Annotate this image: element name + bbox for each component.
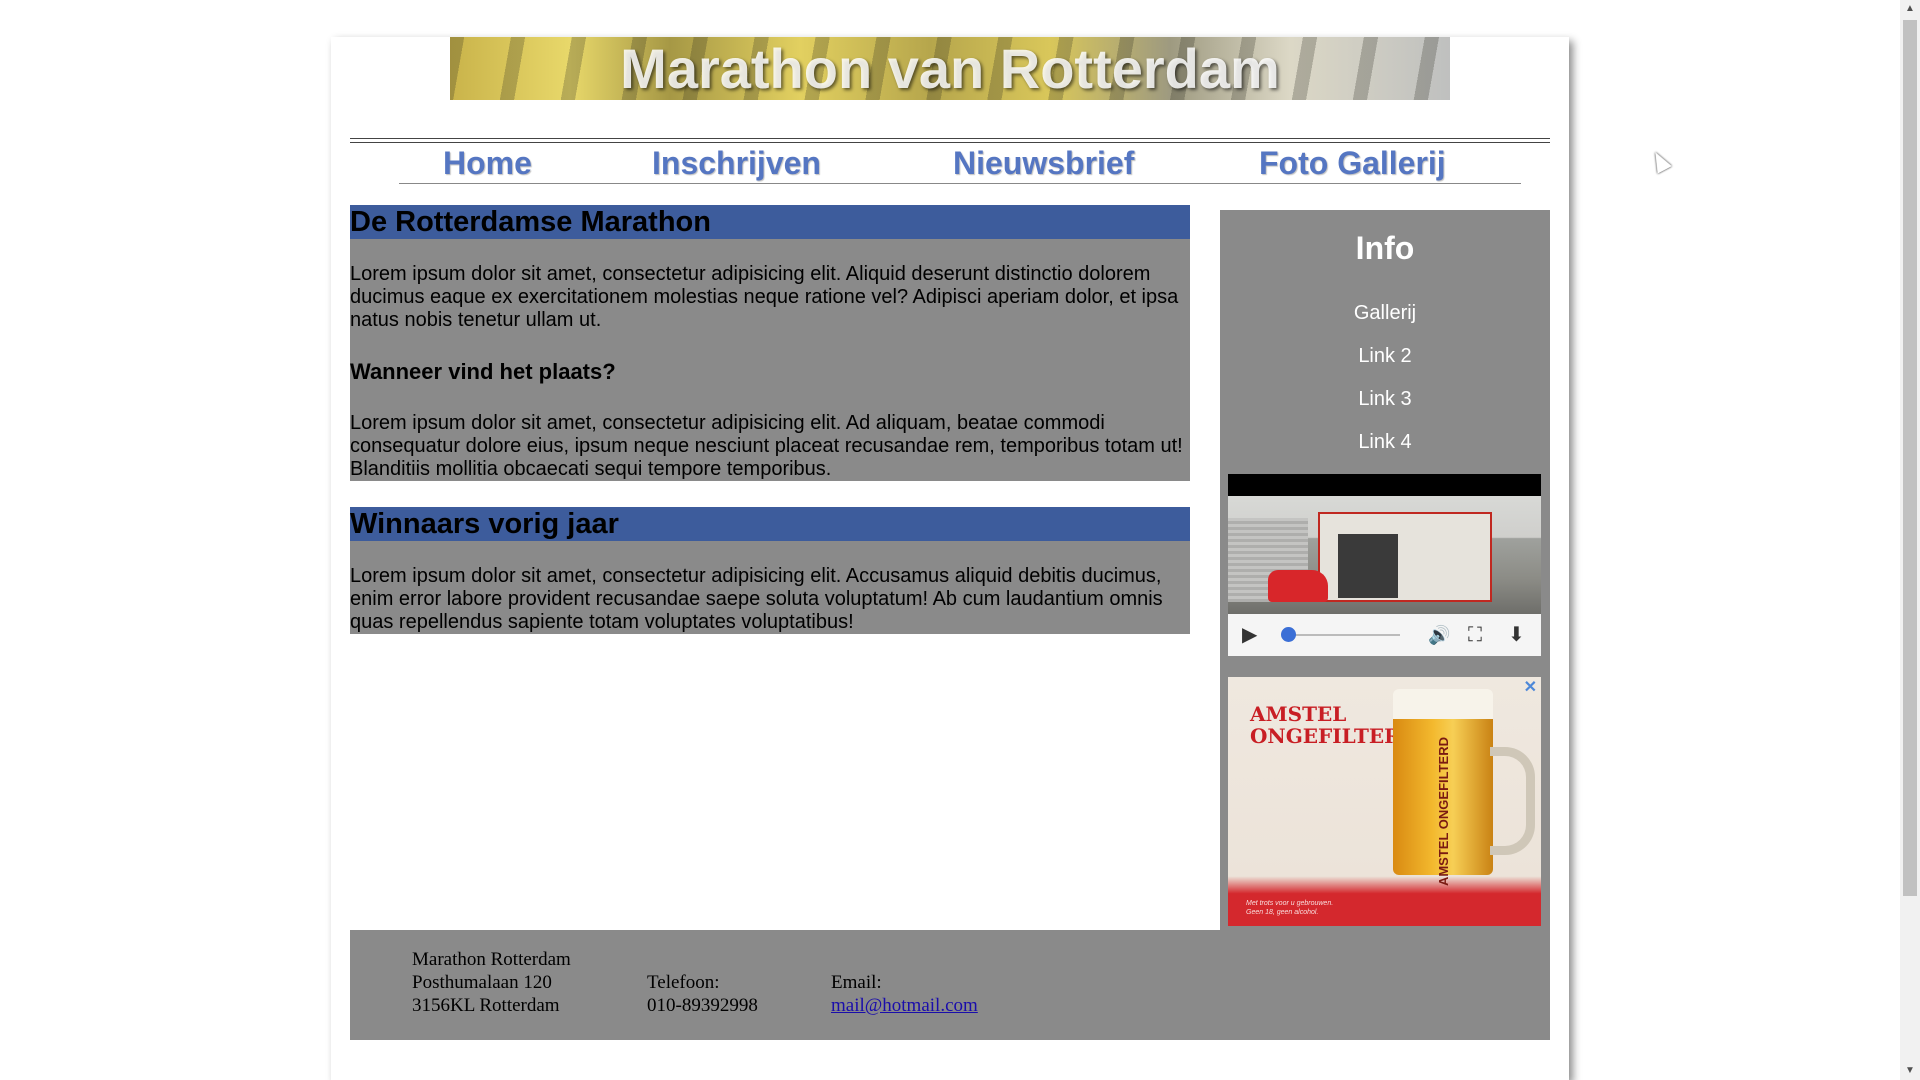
- section-paragraph: Lorem ipsum dolor sit amet, consectetur …: [350, 565, 1163, 633]
- footer-address-line2: 3156KL Rotterdam: [412, 995, 560, 1016]
- banner-title: Marathon van Rotterdam: [620, 37, 1280, 100]
- ad-small-print-line2: Geen 18, geen alcohol.: [1246, 909, 1319, 916]
- mouse-cursor-icon: [1648, 148, 1672, 174]
- nav-foto-gallerij[interactable]: Foto Gallerij: [1259, 145, 1446, 182]
- beer-foam: [1393, 689, 1493, 719]
- footer-org-name: Marathon Rotterdam: [412, 949, 571, 970]
- close-icon[interactable]: ✕: [1524, 677, 1537, 697]
- ad-small-print: Met trots voor u gebrouwen. Geen 18, gee…: [1246, 899, 1333, 917]
- beer-mug-handle: [1490, 747, 1535, 855]
- video-player[interactable]: ▶ 🔊 ⛶ ⬇: [1228, 474, 1541, 656]
- footer-phone-value: 010-89392998: [647, 995, 758, 1016]
- page-footer: Marathon Rotterdam Posthumalaan 120 3156…: [350, 930, 1550, 1040]
- header-banner: Marathon van Rotterdam: [450, 37, 1450, 100]
- fullscreen-icon[interactable]: ⛶: [1468, 614, 1482, 656]
- sidebar-link-2[interactable]: Link 2: [1220, 345, 1550, 368]
- section-paragraph: Lorem ipsum dolor sit amet, consectetur …: [350, 263, 1179, 331]
- vertical-scrollbar[interactable]: ▲ ▼: [1900, 0, 1920, 1080]
- download-icon[interactable]: ⬇: [1508, 614, 1525, 656]
- section-winnaars: Winnaars vorig jaar Lorem ipsum dolor si…: [350, 507, 1190, 634]
- sidebar-link-3[interactable]: Link 3: [1220, 388, 1550, 411]
- section-marathon: De Rotterdamse Marathon Lorem ipsum dolo…: [350, 205, 1190, 481]
- section-heading: Winnaars vorig jaar: [350, 507, 1190, 541]
- video-scene-car: [1268, 570, 1328, 602]
- scroll-down-icon[interactable]: ▼: [1900, 1062, 1920, 1080]
- footer-email-label: Email:: [831, 972, 882, 993]
- sidebar-link-4[interactable]: Link 4: [1220, 431, 1550, 454]
- section-heading: De Rotterdamse Marathon: [350, 205, 1190, 239]
- scroll-up-icon[interactable]: ▲: [1900, 0, 1920, 18]
- footer-address: Marathon Rotterdam Posthumalaan 120 3156…: [412, 948, 571, 1017]
- volume-icon[interactable]: 🔊: [1428, 614, 1450, 656]
- footer-email: Email: mail@hotmail.com: [831, 971, 978, 1017]
- ad-small-print-line1: Met trots voor u gebrouwen.: [1246, 900, 1334, 907]
- advertisement[interactable]: AMSTEL ONGEFILTERD ✕ AMSTEL ONGEFILTERD …: [1228, 677, 1541, 926]
- main-content: De Rotterdamse Marathon Lorem ipsum dolo…: [350, 205, 1190, 660]
- info-sidebar: Info Gallerij Link 2 Link 3 Link 4 ▶ 🔊 ⛶…: [1220, 210, 1550, 930]
- sidebar-link-gallerij[interactable]: Gallerij: [1220, 302, 1550, 325]
- sidebar-title: Info: [1355, 230, 1415, 266]
- nav-home[interactable]: Home: [443, 145, 532, 182]
- play-icon[interactable]: ▶: [1242, 614, 1257, 656]
- page-container: Marathon van Rotterdam Home Inschrijven …: [331, 37, 1569, 1080]
- nav-inschrijven[interactable]: Inschrijven: [652, 145, 821, 182]
- nav-nieuwsbrief[interactable]: Nieuwsbrief: [953, 145, 1134, 182]
- footer-email-link[interactable]: mail@hotmail.com: [831, 995, 978, 1016]
- section-subheading: Wanneer vind het plaats?: [350, 359, 616, 384]
- scrollbar-thumb[interactable]: [1903, 20, 1917, 896]
- footer-phone: Telefoon: 010-89392998: [647, 971, 758, 1017]
- section-paragraph: Lorem ipsum dolor sit amet, consectetur …: [350, 412, 1183, 480]
- ad-mug-label: AMSTEL ONGEFILTERD: [1436, 737, 1451, 887]
- video-progress-bar[interactable]: [1281, 627, 1400, 642]
- footer-address-line1: Posthumalaan 120: [412, 972, 552, 993]
- video-frame[interactable]: [1228, 496, 1541, 614]
- video-scene-door: [1338, 534, 1398, 598]
- footer-phone-label: Telefoon:: [647, 972, 720, 993]
- video-progress-knob[interactable]: [1281, 627, 1296, 642]
- main-nav: Home Inschrijven Nieuwsbrief Foto Galler…: [399, 141, 1521, 184]
- video-controls: ▶ 🔊 ⛶ ⬇: [1228, 614, 1541, 656]
